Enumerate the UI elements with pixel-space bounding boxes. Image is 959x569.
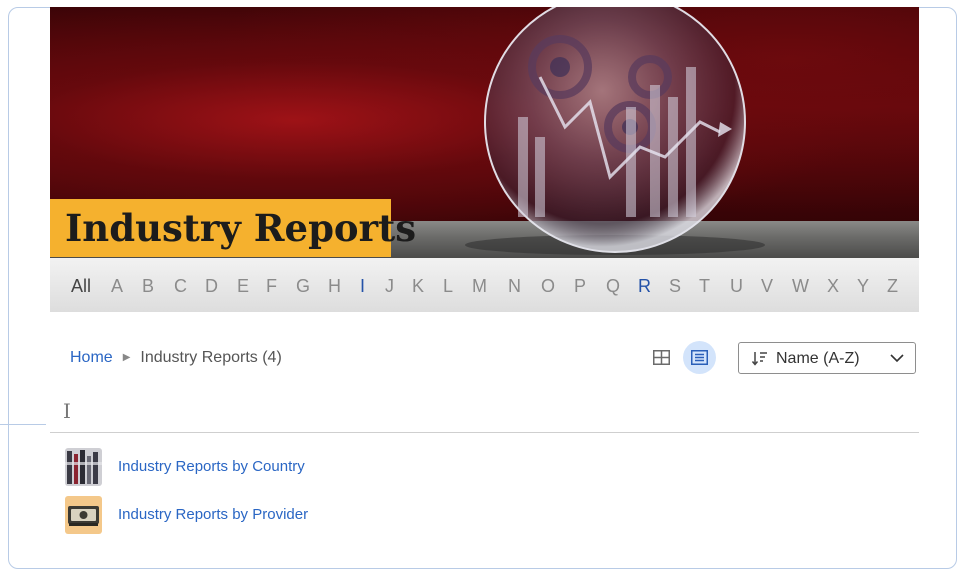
- breadcrumb-home-link[interactable]: Home: [70, 349, 113, 366]
- sort-selected-value: Name (A-Z): [776, 350, 860, 367]
- alpha-filter-g[interactable]: G: [296, 276, 310, 297]
- alpha-filter-h[interactable]: H: [328, 276, 341, 297]
- alphabet-filter-bar: All A B C D E F G H I J K L M N O P Q R …: [50, 258, 919, 312]
- alpha-filter-p[interactable]: P: [574, 276, 586, 297]
- alpha-filter-b[interactable]: B: [142, 276, 154, 297]
- frame-divider-tick: [0, 424, 46, 425]
- alpha-filter-o[interactable]: O: [541, 276, 555, 297]
- list-item-link[interactable]: Industry Reports by Provider: [118, 506, 308, 523]
- alpha-filter-y[interactable]: Y: [857, 276, 869, 297]
- sort-dropdown[interactable]: Name (A-Z): [738, 342, 916, 374]
- list-view-icon: [691, 350, 708, 365]
- alpha-filter-m[interactable]: M: [472, 276, 487, 297]
- breadcrumb: Home ▶ Industry Reports (4): [70, 349, 282, 367]
- alpha-filter-s[interactable]: S: [669, 276, 681, 297]
- alpha-filter-u[interactable]: U: [730, 276, 743, 297]
- list-item[interactable]: Industry Reports by Country: [65, 448, 465, 486]
- alpha-filter-j[interactable]: J: [385, 276, 394, 297]
- sort-icon: [752, 352, 767, 366]
- alpha-filter-q[interactable]: Q: [606, 276, 620, 297]
- alpha-filter-d[interactable]: D: [205, 276, 218, 297]
- section-divider: [50, 432, 919, 433]
- list-item-link[interactable]: Industry Reports by Country: [118, 458, 305, 475]
- section-letter-heading: I: [63, 399, 71, 423]
- alpha-filter-l[interactable]: L: [443, 276, 453, 297]
- list-view-button[interactable]: [683, 341, 716, 374]
- alpha-filter-r[interactable]: R: [638, 276, 651, 297]
- alpha-filter-w[interactable]: W: [792, 276, 809, 297]
- chevron-down-icon: [890, 354, 904, 363]
- breadcrumb-current: Industry Reports (4): [140, 349, 282, 366]
- alpha-filter-i[interactable]: I: [360, 276, 365, 297]
- alpha-filter-f[interactable]: F: [266, 276, 277, 297]
- alpha-filter-v[interactable]: V: [761, 276, 773, 297]
- alpha-filter-t[interactable]: T: [699, 276, 710, 297]
- alpha-filter-e[interactable]: E: [237, 276, 249, 297]
- alpha-filter-z[interactable]: Z: [887, 276, 898, 297]
- page-title: Industry Reports: [50, 199, 416, 257]
- list-item[interactable]: Industry Reports by Provider: [65, 496, 465, 534]
- grid-view-button[interactable]: [651, 347, 672, 368]
- grid-view-icon: [653, 350, 670, 365]
- alpha-filter-k[interactable]: K: [412, 276, 424, 297]
- alpha-filter-a[interactable]: A: [111, 276, 123, 297]
- alpha-filter-all[interactable]: All: [71, 276, 91, 297]
- breadcrumb-separator-icon: ▶: [122, 352, 131, 363]
- alpha-filter-c[interactable]: C: [174, 276, 187, 297]
- building-columns-thumbnail: [65, 448, 102, 486]
- alpha-filter-n[interactable]: N: [508, 276, 521, 297]
- alpha-filter-x[interactable]: X: [827, 276, 839, 297]
- money-stack-thumbnail: [65, 496, 102, 534]
